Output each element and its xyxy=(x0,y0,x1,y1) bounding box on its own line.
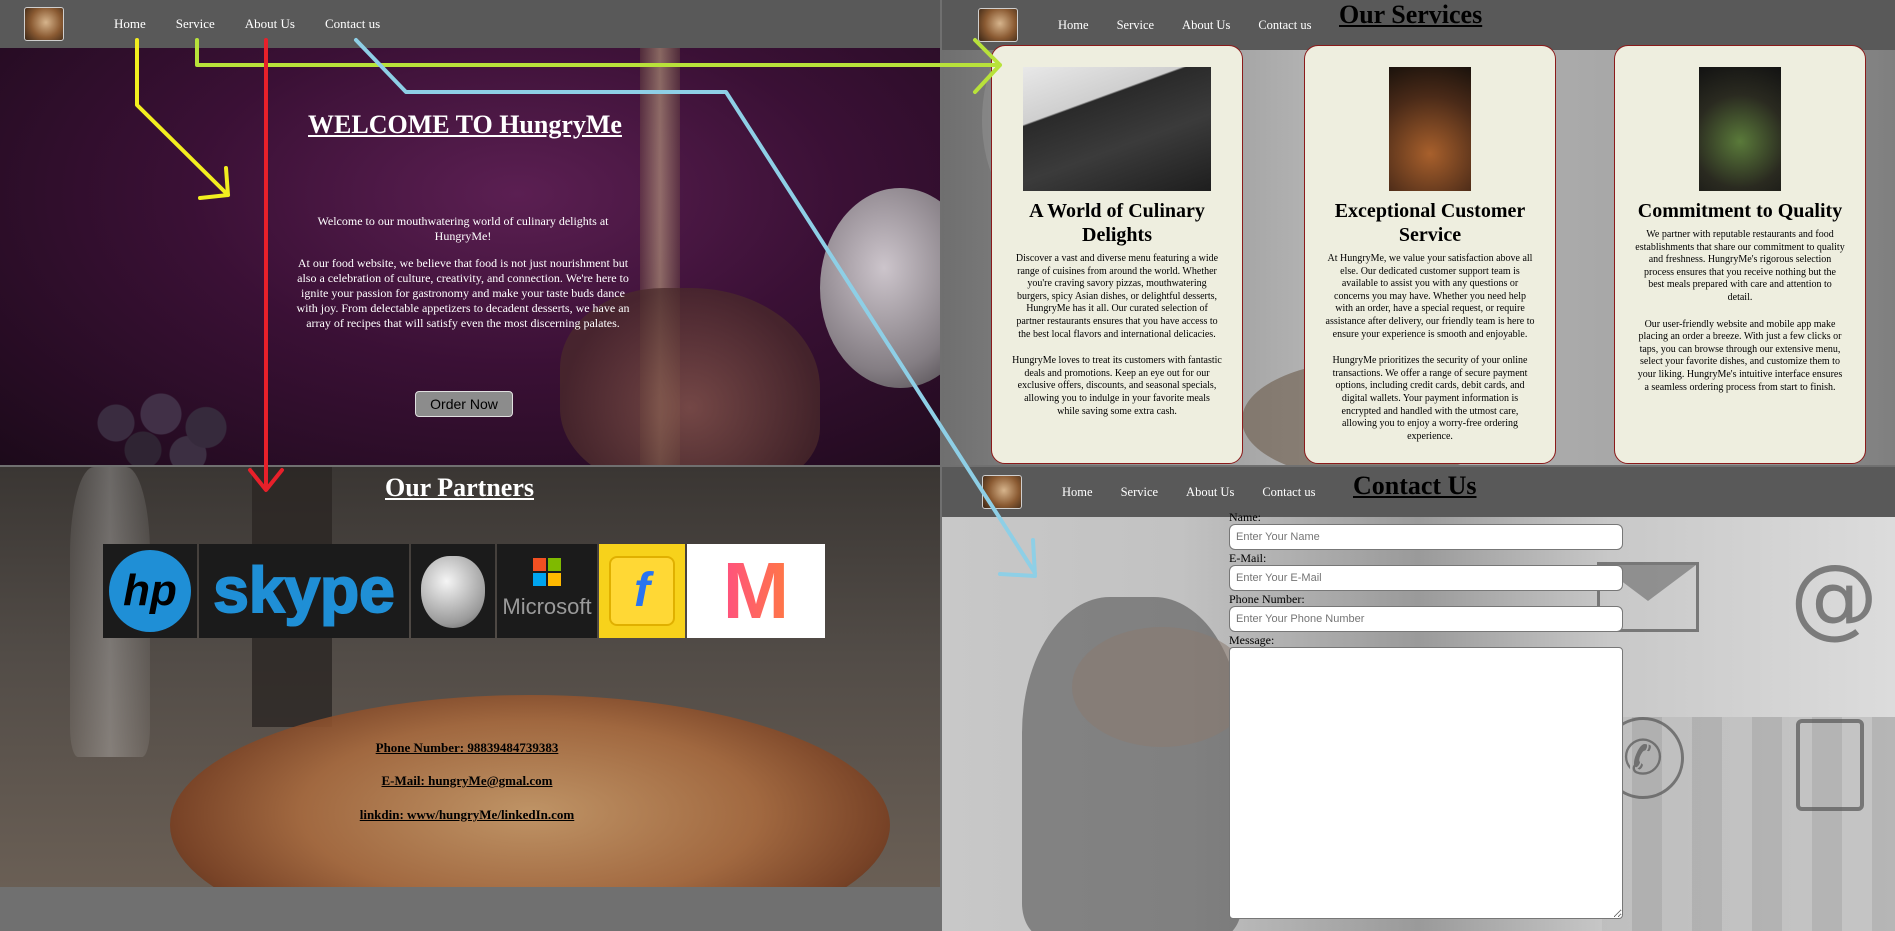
service-card: A World of Culinary Delights Discover a … xyxy=(991,45,1243,464)
nav-contact-link[interactable]: Contact us xyxy=(325,16,380,32)
microsoft-logo-text: Microsoft xyxy=(502,594,592,619)
card-text: HungryMe loves to treat its customers wi… xyxy=(1012,355,1222,417)
name-label: Name: xyxy=(1229,510,1261,524)
hero-title: WELCOME TO HungryMe xyxy=(308,110,622,139)
card-text: At HungryMe, we value your satisfaction … xyxy=(1325,253,1535,340)
tablet-icon xyxy=(1796,719,1864,811)
email-label: E-Mail: xyxy=(1229,551,1267,565)
nav-home-link[interactable]: Home xyxy=(1058,18,1089,33)
nav-service-link[interactable]: Service xyxy=(1121,485,1158,500)
at-sign-icon: @ xyxy=(1790,545,1878,648)
email-text: E-Mail: hungryMe@gmal.com xyxy=(381,773,553,788)
order-now-button[interactable]: Order Now xyxy=(415,391,513,417)
card-heading: Exceptional Customer Service xyxy=(1334,200,1526,246)
card-text: Discover a vast and diverse menu featuri… xyxy=(1015,253,1219,340)
card-text: HungryMe prioritizes the security of you… xyxy=(1332,355,1528,442)
message-label: Message: xyxy=(1229,633,1275,647)
linkedin-text: linkdin: www/hungryMe/linkedIn.com xyxy=(359,807,575,822)
myntra-logo[interactable]: M xyxy=(687,544,825,638)
site-logo[interactable] xyxy=(982,475,1022,509)
sushi-plates-image xyxy=(1023,67,1211,191)
site-logo[interactable] xyxy=(978,8,1018,42)
flipkart-bag-icon: f xyxy=(609,556,675,626)
windows-grid-icon xyxy=(533,558,561,586)
nav-home-link[interactable]: Home xyxy=(1062,485,1093,500)
contact-section: @ ✆ Home Service About Us Contact us Con… xyxy=(942,467,1895,931)
skype-logo-text: skype xyxy=(212,553,395,627)
partners-title: Our Partners xyxy=(385,473,534,502)
apple-logo[interactable] xyxy=(411,544,495,638)
service-card: Commitment to Quality We partner with re… xyxy=(1614,45,1866,464)
hp-logo[interactable]: hp xyxy=(103,544,197,638)
partner-logos: hp skype Microsoft f M xyxy=(103,544,825,638)
salad-bowl-image xyxy=(1699,67,1781,191)
pizza-background-photo xyxy=(0,467,940,887)
hero-description-text: At our food website, we believe that foo… xyxy=(296,256,630,330)
message-textarea[interactable] xyxy=(1229,647,1623,919)
service-card: Exceptional Customer Service At HungryMe… xyxy=(1304,45,1556,464)
card-heading: Commitment to Quality xyxy=(1637,200,1843,222)
hero-intro-text: Welcome to our mouthwatering world of cu… xyxy=(317,214,609,243)
contact-form: Name: E-Mail: Phone Number: Message: xyxy=(1229,511,1623,919)
flipkart-logo[interactable]: f xyxy=(599,544,685,638)
services-title: Our Services xyxy=(1339,0,1483,29)
navbar: Home Service About Us Contact us xyxy=(0,0,410,48)
plated-meal-image xyxy=(1389,67,1471,191)
contact-title: Contact Us xyxy=(1353,471,1477,500)
phone-label: Phone Number: xyxy=(1229,592,1305,606)
home-section: Home Service About Us Contact us WELCOME… xyxy=(0,0,940,465)
nav-contact-link[interactable]: Contact us xyxy=(1258,18,1311,33)
phone-input[interactable] xyxy=(1229,606,1623,632)
nav-about-link[interactable]: About Us xyxy=(1186,485,1234,500)
site-logo[interactable] xyxy=(24,7,64,41)
email-input[interactable] xyxy=(1229,565,1623,591)
myntra-logo-mark: M xyxy=(693,550,819,632)
services-section: Home Service About Us Contact us Our Ser… xyxy=(942,0,1895,465)
microsoft-logo[interactable]: Microsoft xyxy=(497,544,597,638)
apple-icon xyxy=(421,556,485,628)
card-text: Our user-friendly website and mobile app… xyxy=(1637,318,1843,393)
nav-about-link[interactable]: About Us xyxy=(1182,18,1230,33)
nav-about-link[interactable]: About Us xyxy=(245,16,295,32)
skype-logo[interactable]: skype xyxy=(199,544,409,638)
name-input[interactable] xyxy=(1229,524,1623,550)
nav-service-link[interactable]: Service xyxy=(1117,18,1154,33)
card-text: We partner with reputable restaurants an… xyxy=(1635,229,1845,303)
nav-service-link[interactable]: Service xyxy=(176,16,215,32)
nav-home-link[interactable]: Home xyxy=(114,16,146,32)
nav-contact-link[interactable]: Contact us xyxy=(1262,485,1315,500)
phone-number-text: Phone Number: 98839484739383 xyxy=(375,740,559,755)
hp-logo-text: hp xyxy=(109,550,191,632)
card-heading: A World of Culinary Delights xyxy=(1029,200,1205,246)
partners-section: Our Partners hp skype Microsoft f M Phon… xyxy=(0,467,940,887)
